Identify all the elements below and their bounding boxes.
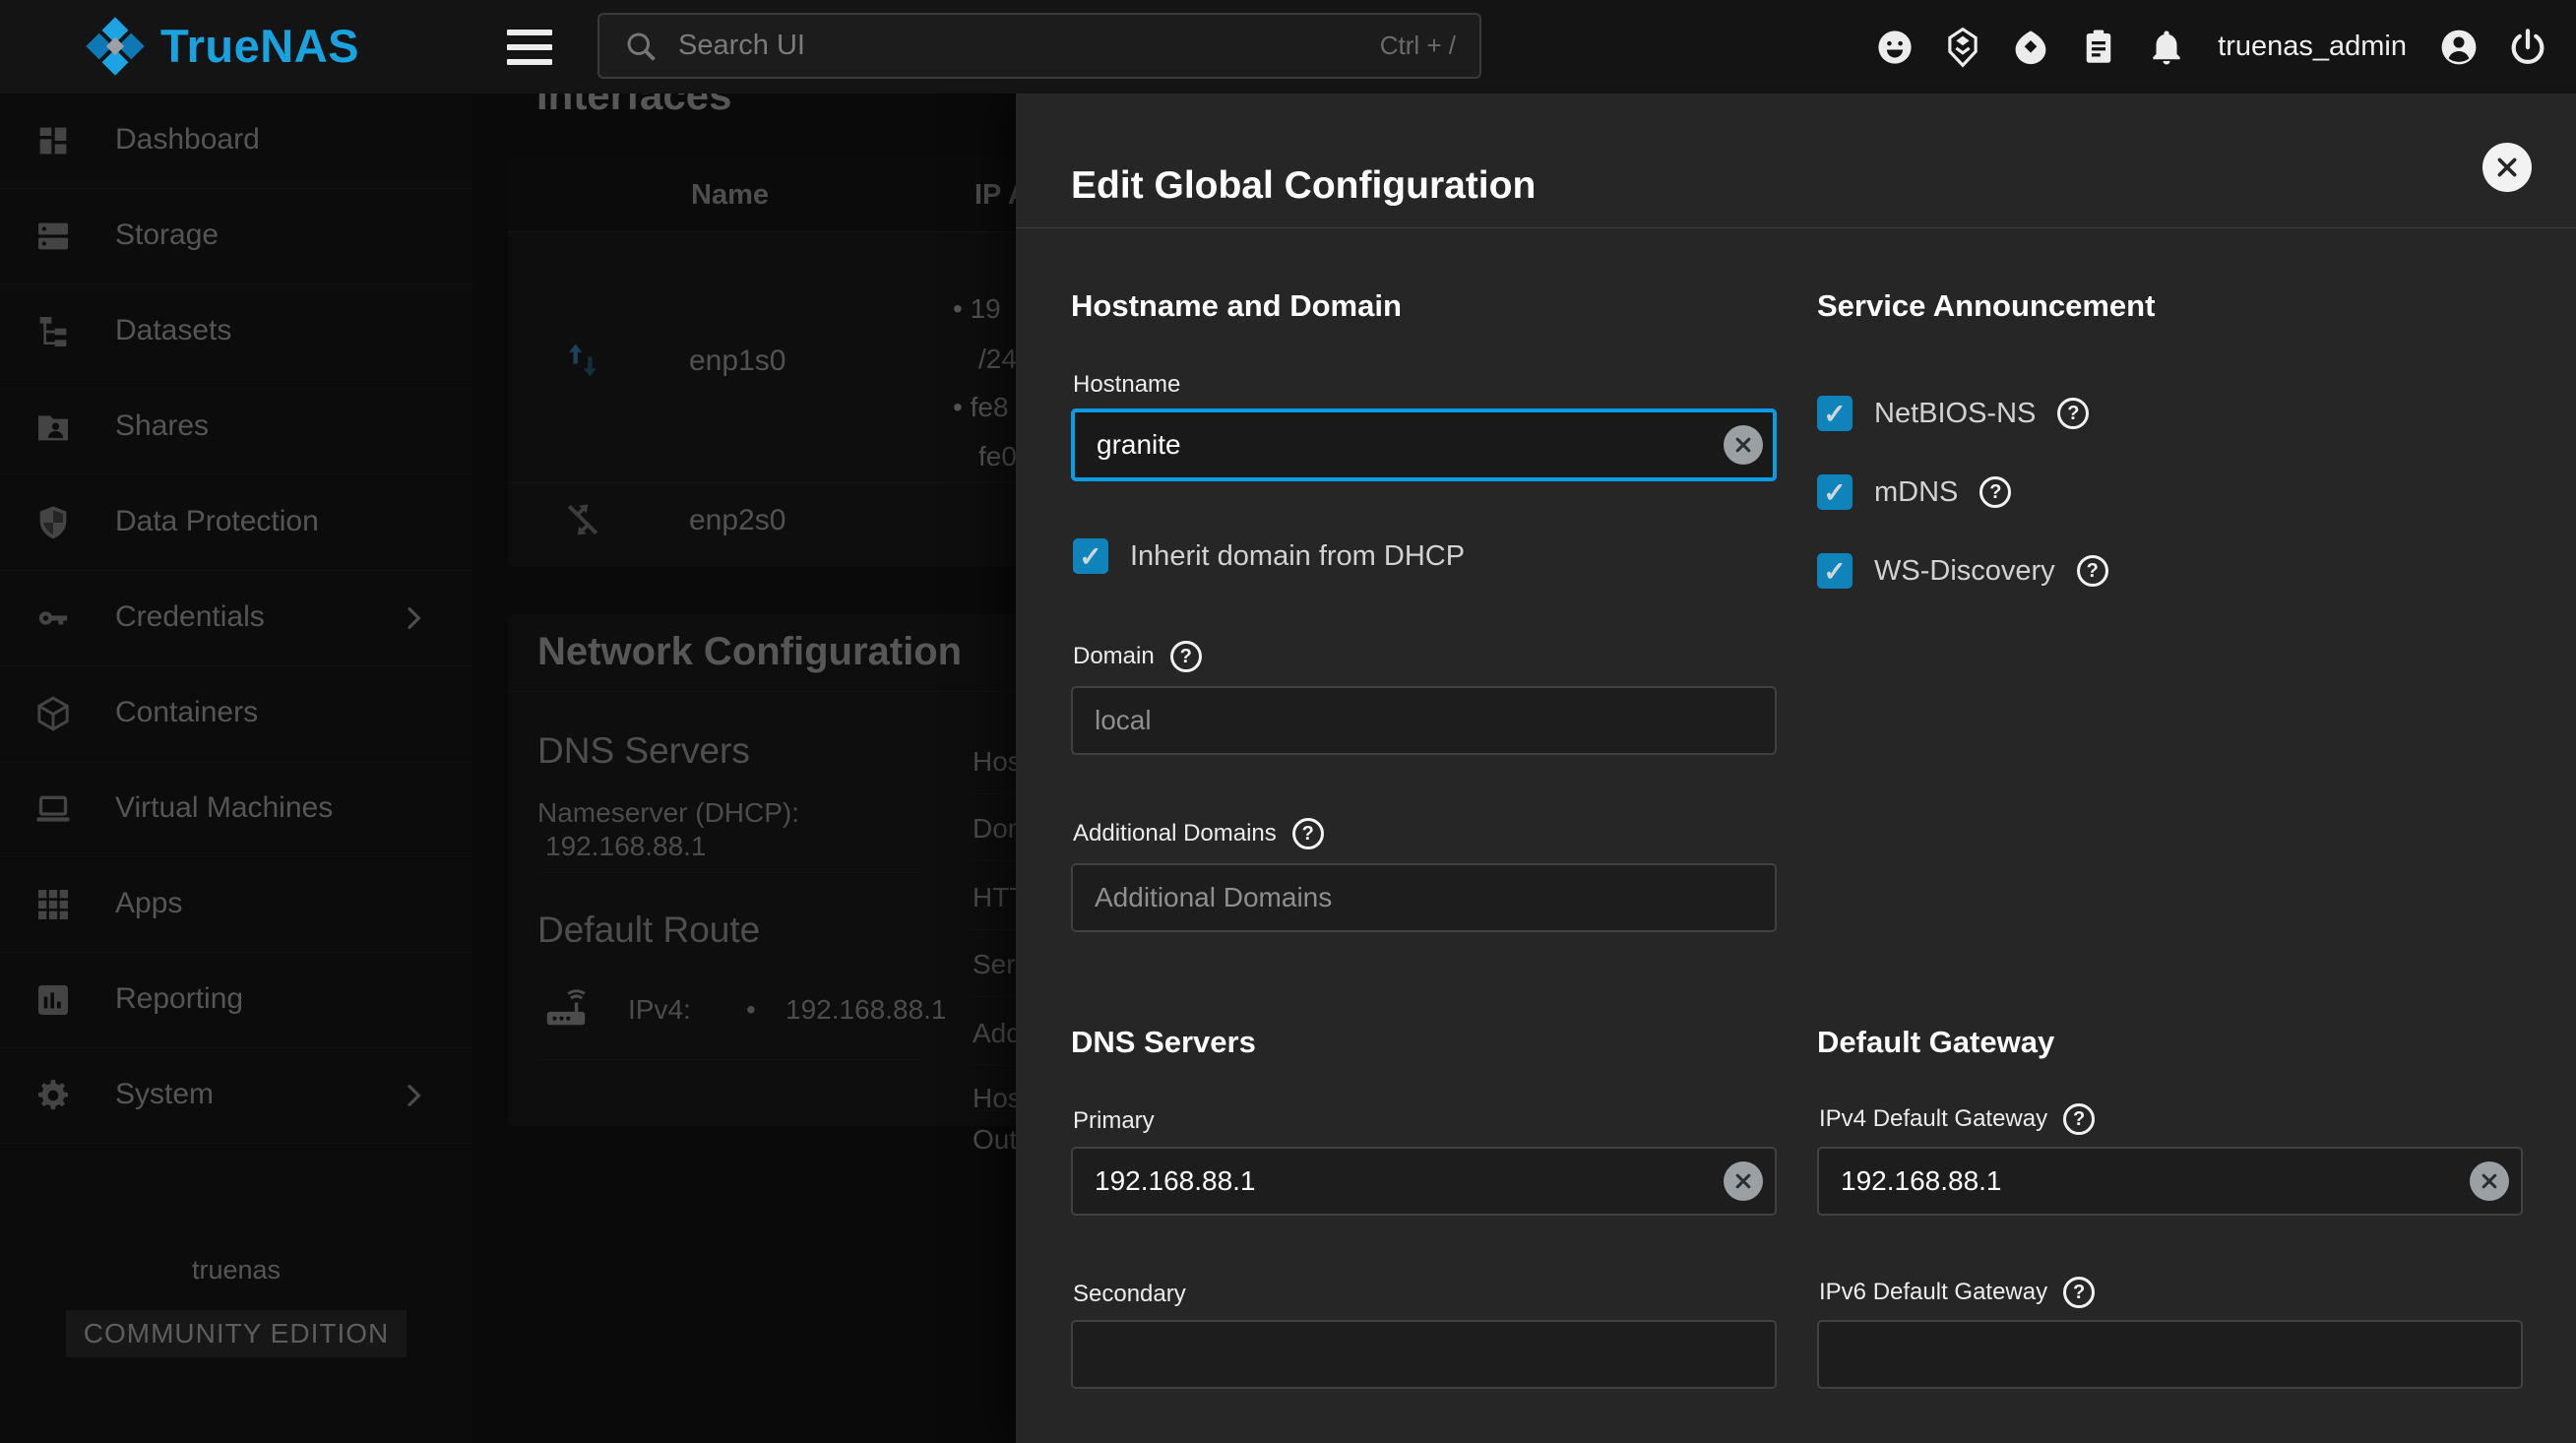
cloud-icon[interactable] bbox=[2010, 27, 2051, 68]
ipv6-gateway-field-wrap bbox=[1817, 1320, 2523, 1389]
clear-hostname-button[interactable] bbox=[1724, 425, 1763, 465]
ipv4-gateway-input[interactable] bbox=[1817, 1147, 2523, 1216]
power-icon[interactable] bbox=[2507, 27, 2548, 68]
search-icon bbox=[623, 29, 659, 64]
jobs-clipboard-icon[interactable] bbox=[2078, 27, 2119, 68]
section-hostname-and-domain: Hostname and Domain bbox=[1071, 288, 1402, 324]
section-dns-servers: DNS Servers bbox=[1071, 1025, 1256, 1060]
question-glyph: ? bbox=[1989, 481, 2001, 504]
ipv6-gateway-label-row: IPv6 Default Gateway ? bbox=[1819, 1277, 2095, 1308]
check-icon: ✓ bbox=[1823, 398, 1846, 430]
check-icon: ✓ bbox=[1079, 540, 1101, 573]
dialog-title: Edit Global Configuration bbox=[1071, 164, 1536, 208]
hostname-label: Hostname bbox=[1073, 371, 1180, 399]
ipv4-gateway-label: IPv4 Default Gateway bbox=[1819, 1105, 2047, 1133]
domain-label-row: Domain ? bbox=[1073, 641, 1202, 672]
search-shortcut-hint: Ctrl + / bbox=[1380, 31, 1456, 61]
clear-primary-dns-button[interactable] bbox=[1724, 1161, 1763, 1201]
truecommand-icon[interactable] bbox=[1942, 27, 1983, 68]
topbar-actions: truenas_admin bbox=[1874, 0, 2548, 94]
secondary-dns-input[interactable] bbox=[1071, 1320, 1777, 1389]
checkbox-checked[interactable]: ✓ bbox=[1817, 553, 1853, 589]
additional-domains-label-row: Additional Domains ? bbox=[1073, 818, 1324, 849]
inherit-domain-checkbox-row[interactable]: ✓ Inherit domain from DHCP bbox=[1073, 538, 1465, 574]
question-glyph: ? bbox=[1302, 823, 1314, 846]
primary-label-row: Primary bbox=[1073, 1107, 1155, 1135]
help-icon[interactable]: ? bbox=[1979, 476, 2011, 508]
additional-domains-field-wrap bbox=[1071, 863, 1777, 932]
ipv4-gateway-label-row: IPv4 Default Gateway ? bbox=[1819, 1103, 2095, 1135]
question-glyph: ? bbox=[2067, 403, 2079, 425]
clear-icon bbox=[1733, 1171, 1753, 1191]
truenas-app: Interfaces Name IP Ad enp1s0 • 19 /24 • … bbox=[0, 0, 2576, 1443]
primary-dns-label: Primary bbox=[1073, 1107, 1155, 1135]
edit-global-configuration-dialog: Edit Global Configuration Hostname and D… bbox=[1016, 94, 2576, 1443]
alerts-bell-icon[interactable] bbox=[2146, 27, 2187, 68]
additional-domains-label: Additional Domains bbox=[1073, 820, 1277, 847]
netbios-checkbox-label: NetBIOS-NS bbox=[1874, 398, 2036, 430]
help-icon[interactable]: ? bbox=[2057, 398, 2089, 429]
check-icon: ✓ bbox=[1823, 476, 1846, 509]
ipv6-gateway-label: IPv6 Default Gateway bbox=[1819, 1279, 2047, 1306]
secondary-dns-label: Secondary bbox=[1073, 1281, 1186, 1308]
primary-dns-input[interactable] bbox=[1071, 1147, 1777, 1216]
help-icon[interactable]: ? bbox=[2063, 1277, 2095, 1308]
ws-discovery-checkbox-label: WS-Discovery bbox=[1874, 555, 2055, 588]
clear-icon bbox=[1733, 435, 1753, 455]
domain-field-wrap bbox=[1071, 686, 1777, 755]
truenas-logo-icon bbox=[84, 15, 147, 78]
checkbox-checked[interactable]: ✓ bbox=[1817, 474, 1853, 510]
help-icon[interactable]: ? bbox=[2077, 555, 2108, 587]
secondary-label-row: Secondary bbox=[1073, 1281, 1186, 1308]
hostname-field-wrap bbox=[1071, 408, 1777, 481]
top-bar: TrueNAS Ctrl + / truenas_admin bbox=[0, 0, 2576, 94]
menu-toggle-button[interactable] bbox=[507, 30, 552, 65]
secondary-dns-field-wrap bbox=[1071, 1320, 1777, 1389]
ws-discovery-checkbox-row[interactable]: ✓ WS-Discovery ? bbox=[1817, 553, 2108, 589]
primary-dns-field-wrap bbox=[1071, 1147, 1777, 1216]
ipv6-gateway-input[interactable] bbox=[1817, 1320, 2523, 1389]
hostname-input[interactable] bbox=[1071, 408, 1777, 481]
truenas-logo[interactable]: TrueNAS bbox=[84, 15, 359, 78]
question-glyph: ? bbox=[2073, 1282, 2085, 1304]
help-icon[interactable]: ? bbox=[1292, 818, 1324, 849]
domain-input[interactable] bbox=[1071, 686, 1777, 755]
check-icon: ✓ bbox=[1823, 555, 1846, 588]
clear-ipv4-gateway-button[interactable] bbox=[2470, 1161, 2509, 1201]
section-default-gateway: Default Gateway bbox=[1817, 1025, 2054, 1060]
search-input[interactable] bbox=[676, 29, 1380, 63]
hostname-label-row: Hostname bbox=[1073, 371, 1180, 399]
header-divider bbox=[1016, 227, 2576, 228]
close-icon bbox=[2494, 155, 2520, 180]
help-icon[interactable]: ? bbox=[2063, 1103, 2095, 1135]
help-icon[interactable]: ? bbox=[1170, 641, 1202, 672]
clear-icon bbox=[2480, 1171, 2499, 1191]
checkbox-checked[interactable]: ✓ bbox=[1073, 538, 1108, 574]
question-glyph: ? bbox=[2087, 560, 2099, 583]
section-service-announcement: Service Announcement bbox=[1817, 288, 2155, 324]
question-glyph: ? bbox=[1180, 646, 1192, 668]
avatar-icon[interactable] bbox=[2437, 26, 2481, 69]
additional-domains-input[interactable] bbox=[1071, 863, 1777, 932]
feedback-smiley-icon[interactable] bbox=[1874, 27, 1916, 68]
checkbox-checked[interactable]: ✓ bbox=[1817, 396, 1853, 431]
question-glyph: ? bbox=[2073, 1108, 2085, 1131]
close-button[interactable] bbox=[2482, 143, 2532, 192]
logo-text: TrueNAS bbox=[160, 15, 359, 78]
mdns-checkbox-label: mDNS bbox=[1874, 476, 1958, 509]
global-search: Ctrl + / bbox=[597, 13, 1481, 79]
domain-label: Domain bbox=[1073, 643, 1155, 670]
mdns-checkbox-row[interactable]: ✓ mDNS ? bbox=[1817, 474, 2011, 510]
logged-in-username: truenas_admin bbox=[2218, 31, 2407, 63]
ipv4-gateway-field-wrap bbox=[1817, 1147, 2523, 1216]
inherit-domain-checkbox-label: Inherit domain from DHCP bbox=[1130, 540, 1465, 573]
netbios-checkbox-row[interactable]: ✓ NetBIOS-NS ? bbox=[1817, 396, 2089, 431]
